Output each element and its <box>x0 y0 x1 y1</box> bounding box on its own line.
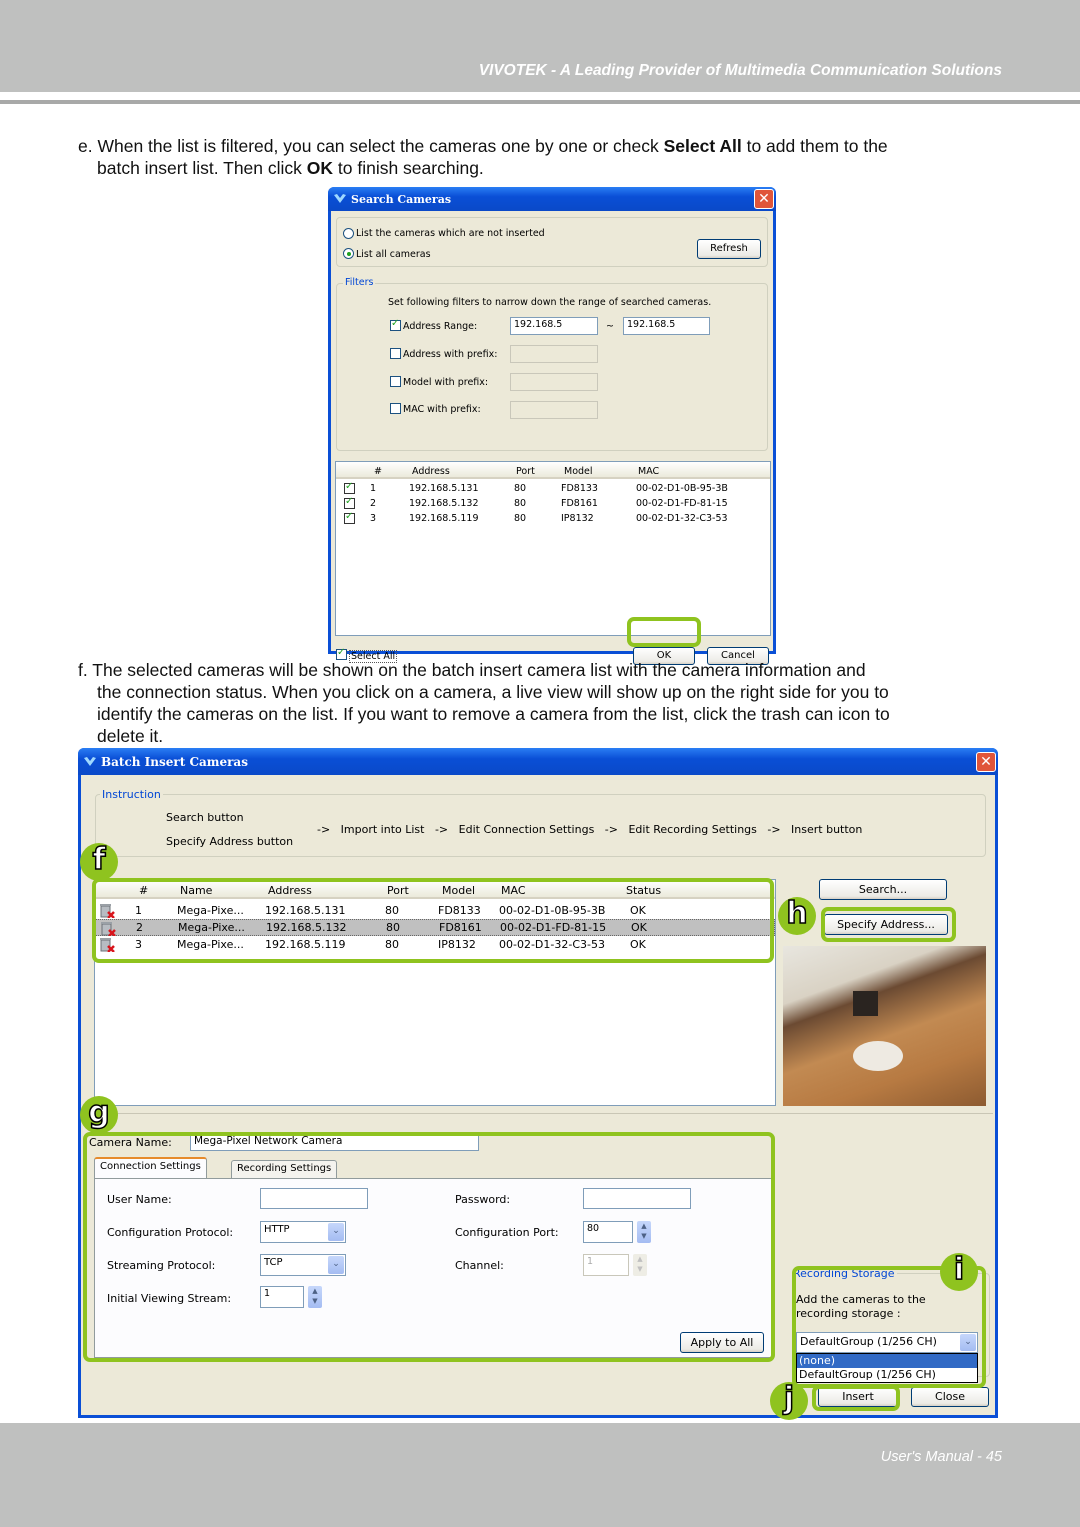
page-footer: User's Manual - 45 <box>0 1423 1080 1527</box>
page-number: User's Manual - 45 <box>880 1449 1002 1465</box>
model-prefix-checkbox[interactable] <box>390 376 401 387</box>
search-results-list: # Address Port Model MAC 1 192.168.5.131… <box>335 461 771 636</box>
page-header: VIVOTEK - A Leading Provider of Multimed… <box>0 0 1080 92</box>
radio-list-all[interactable] <box>343 248 354 259</box>
close-button[interactable]: Close <box>911 1387 989 1407</box>
instruction-legend: Instruction <box>100 788 163 801</box>
mac-prefix-label: MAC with prefix: <box>403 404 481 415</box>
radio-not-inserted[interactable] <box>343 228 354 239</box>
live-view-sofa <box>853 1041 903 1071</box>
connection-settings-highlight <box>83 1132 775 1362</box>
address-prefix-input[interactable] <box>510 345 598 363</box>
address-range-separator: ~ <box>606 321 614 332</box>
row-number: 3 <box>370 513 377 524</box>
search-button[interactable]: Search... <box>819 879 947 900</box>
search-cameras-dialog: Search Cameras ✕ List the cameras which … <box>328 187 776 665</box>
row-mac: 00-02-D1-FD-81-15 <box>636 498 728 509</box>
separator <box>86 1113 993 1114</box>
refresh-button[interactable]: Refresh <box>697 239 761 259</box>
mac-prefix-checkbox[interactable] <box>390 403 401 414</box>
step-f-text: f. The selected cameras will be shown on… <box>78 660 890 746</box>
callout-g: g <box>80 1095 118 1134</box>
search-results-header: # Address Port Model MAC <box>336 462 770 479</box>
camera-list-highlight <box>92 878 774 963</box>
step-e-text: e. When the list is filtered, you can se… <box>78 136 888 178</box>
filters-legend: Filters <box>343 277 376 288</box>
ok-highlight <box>627 617 701 647</box>
callout-j: j <box>770 1381 808 1420</box>
callout-i: i <box>940 1252 978 1291</box>
insert-highlight <box>812 1385 900 1411</box>
close-icon[interactable]: ✕ <box>754 189 774 209</box>
row-mac: 00-02-D1-0B-95-3B <box>636 483 728 494</box>
row-model: IP8132 <box>561 513 594 524</box>
row-port: 80 <box>514 483 527 494</box>
row-checkbox[interactable] <box>344 481 355 494</box>
row-model: FD8161 <box>561 498 598 509</box>
row-address: 192.168.5.119 <box>409 513 479 524</box>
row-number: 2 <box>370 498 377 509</box>
address-range-from-input[interactable]: 192.168.5 <box>510 317 598 335</box>
filters-hint: Set following filters to narrow down the… <box>388 297 712 308</box>
column-header-model[interactable]: Model <box>564 466 593 477</box>
row-checkbox[interactable] <box>344 511 355 524</box>
model-prefix-label: Model with prefix: <box>403 377 489 388</box>
row-port: 80 <box>514 513 527 524</box>
header-divider <box>0 100 1080 104</box>
row-port: 80 <box>514 498 527 509</box>
search-dialog-titlebar: Search Cameras <box>328 187 776 211</box>
callout-h: h <box>778 896 816 935</box>
table-row[interactable]: 3 192.168.5.119 80 IP8132 00-02-D1-32-C3… <box>336 511 770 527</box>
close-icon[interactable]: ✕ <box>976 752 996 772</box>
column-header-address[interactable]: Address <box>412 466 450 477</box>
instruction-search: Search button <box>166 811 244 824</box>
filters-group: Filters <box>336 277 768 451</box>
address-prefix-checkbox[interactable] <box>390 348 401 359</box>
callout-f: f <box>80 842 118 881</box>
table-row[interactable]: 1 192.168.5.131 80 FD8133 00-02-D1-0B-95… <box>336 481 770 497</box>
row-number: 1 <box>370 483 377 494</box>
search-dialog-body: List the cameras which are not inserted … <box>331 211 773 665</box>
table-row[interactable]: 2 192.168.5.132 80 FD8161 00-02-D1-FD-81… <box>336 496 770 512</box>
row-address: 192.168.5.131 <box>409 483 479 494</box>
row-model: FD8133 <box>561 483 598 494</box>
live-view-fireplace <box>853 991 878 1016</box>
address-range-label: Address Range: <box>403 321 478 332</box>
radio-not-inserted-label: List the cameras which are not inserted <box>356 228 545 239</box>
row-checkbox[interactable] <box>344 496 355 509</box>
address-prefix-label: Address with prefix: <box>403 349 498 360</box>
specify-address-highlight <box>821 907 956 942</box>
mac-prefix-input[interactable] <box>510 401 598 419</box>
instruction-specify: Specify Address button <box>166 835 294 848</box>
column-header-port[interactable]: Port <box>516 466 535 477</box>
column-header-number[interactable]: # <box>374 466 382 477</box>
row-mac: 00-02-D1-32-C3-53 <box>636 513 728 524</box>
app-logo-icon <box>84 756 96 766</box>
address-range-to-input[interactable]: 192.168.5 <box>623 317 710 335</box>
batch-dialog-titlebar: Batch Insert Cameras <box>78 748 998 775</box>
model-prefix-input[interactable] <box>510 373 598 391</box>
address-range-checkbox[interactable] <box>390 318 401 331</box>
app-logo-icon <box>334 194 346 203</box>
instruction-flow: -> Import into List -> Edit Connection S… <box>317 823 863 836</box>
header-title: VIVOTEK - A Leading Provider of Multimed… <box>478 62 1002 79</box>
live-view-image <box>783 946 986 1106</box>
radio-list-all-label: List all cameras <box>356 249 431 260</box>
column-header-mac[interactable]: MAC <box>638 466 659 477</box>
row-address: 192.168.5.132 <box>409 498 479 509</box>
